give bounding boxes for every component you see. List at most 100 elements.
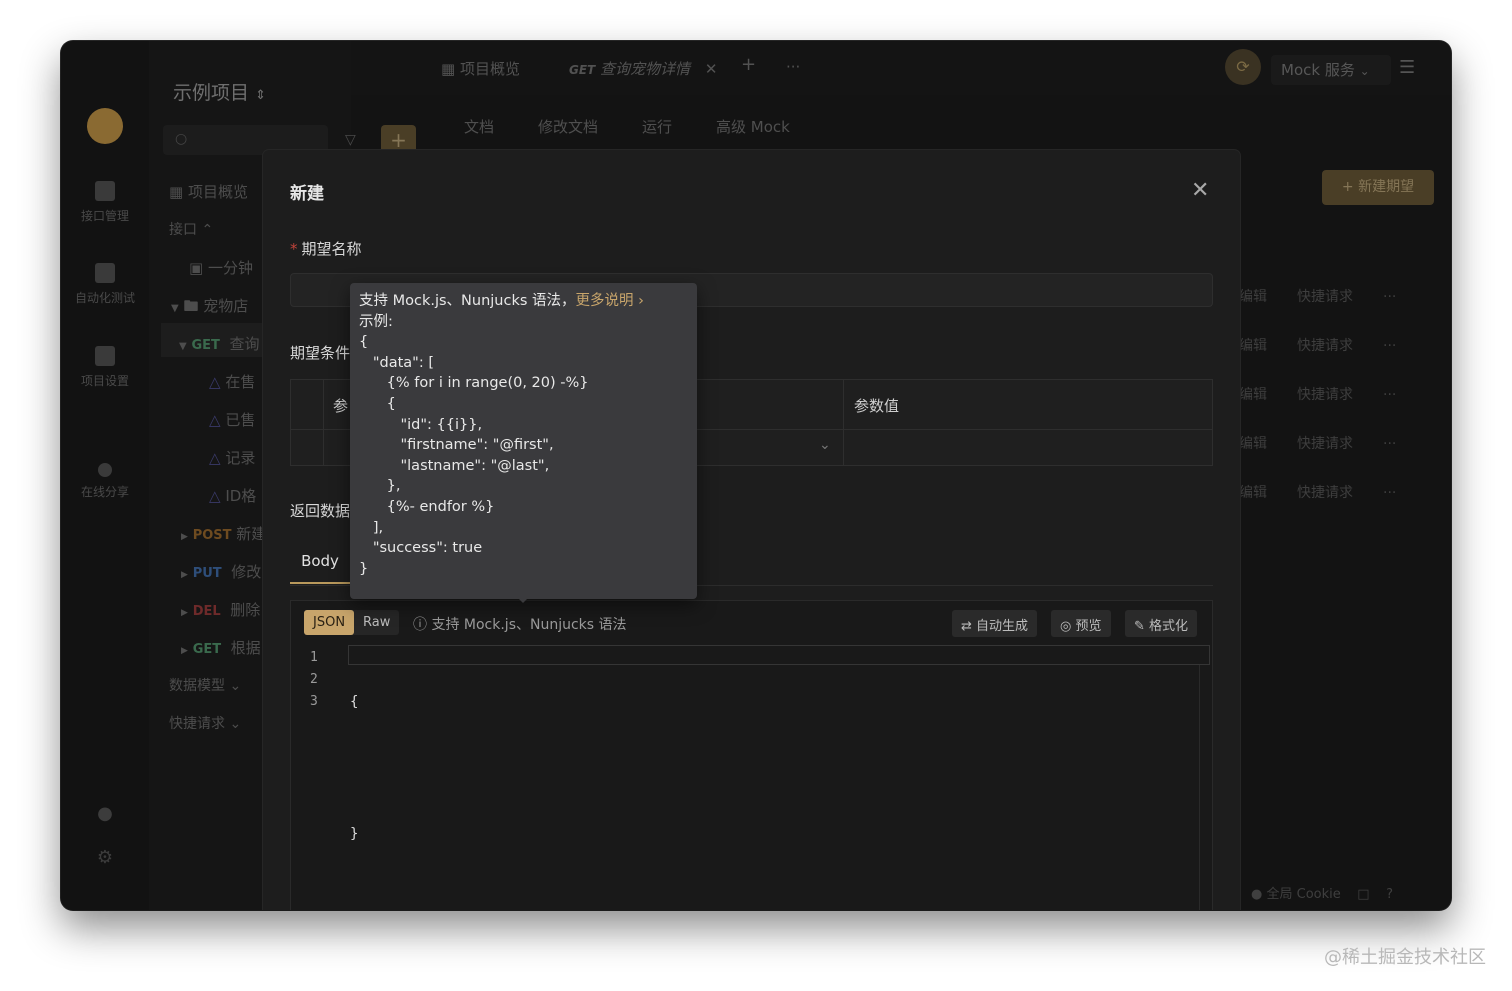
tooltip-example-label: 示例: [359,313,393,330]
refresh-icon[interactable]: ⟳ [1225,49,1261,85]
edit-link[interactable]: 编辑 [1239,387,1267,403]
close-tab-icon[interactable]: ✕ [705,60,718,78]
shirt-icon[interactable]: □ [1357,887,1369,902]
body-editor: JSON Raw ⓘ 支持 Mock.js、Nunjucks 语法 ⇄ 自动生成… [290,600,1213,910]
line-numbers: 1 2 3 [310,647,318,713]
edit-link[interactable]: 编辑 [1239,289,1267,305]
tree-item-overview[interactable]: ▦ 项目概览 [169,181,248,202]
chevron-down-icon: ⌄ [1359,64,1370,78]
quick-request-link[interactable]: 快捷请求 [1297,289,1353,305]
column-divider [323,380,324,465]
more-icon[interactable]: ··· [1383,436,1396,452]
tree-item-case[interactable]: △ ID格 [209,485,256,506]
method-badge: PUT [192,566,222,581]
bell-icon[interactable]: ● [95,803,115,824]
tree-item-del[interactable]: ▶ DEL 删除 [181,599,260,620]
new-tab-icon[interactable]: + [741,54,756,75]
quick-request-link[interactable]: 快捷请求 [1297,338,1353,354]
rail-label: 自动化测试 [74,291,135,305]
subtab-run[interactable]: 运行 [642,116,672,137]
syntax-hint[interactable]: ⓘ 支持 Mock.js、Nunjucks 语法 [413,614,627,634]
tab-get-pet[interactable]: GET 查询宠物详情 ✕ [569,58,717,79]
mock-service-select[interactable]: Mock 服务 ⌄ [1271,55,1391,85]
conditions-label: 期望条件 [290,344,351,362]
more-icon[interactable]: ··· [1383,485,1396,501]
raw-toggle[interactable]: Raw [354,610,399,635]
project-avatar[interactable] [87,108,123,144]
more-icon[interactable]: ··· [1383,338,1396,354]
quick-request-link[interactable]: 快捷请求 [1297,387,1353,403]
grid-icon: ▦ [441,60,456,78]
tree-folder-petstore[interactable]: ▼ 🖿 宠物店 [171,295,248,321]
code-editor[interactable]: 1 2 3 { } [292,643,1211,910]
json-toggle[interactable]: JSON [304,610,355,635]
top-tab-bar: ▦ 项目概览 GET 查询宠物详情 ✕ + ··· ⟳ Mock 服务 ⌄ ☰ [351,41,1451,95]
tree-item-get[interactable]: ▶ GET 根据 [181,637,261,658]
tree-item-case[interactable]: △ 已售 [209,409,255,430]
line-number: 2 [310,672,318,687]
editor-scrollbar[interactable] [1199,665,1200,910]
rail-item-api[interactable]: 接口管理 [61,181,149,224]
case-icon: △ [209,449,221,467]
tooltip-arrow [517,597,529,603]
caret-down-icon: ▼ [171,303,179,314]
question-icon: ⓘ [413,617,427,633]
tree-label: 宠物店 [203,297,249,315]
tree-group-quick[interactable]: 快捷请求 ⌄ [169,713,241,733]
more-tabs-icon[interactable]: ··· [786,58,800,76]
filter-icon[interactable]: ▽ [345,132,356,148]
rail-item-share[interactable]: 在线分享 [61,463,149,500]
expectation-row: 编辑 快捷请求 ··· [1239,286,1426,306]
swap-icon: ⇄ [961,619,972,634]
format-button[interactable]: ✎ 格式化 [1125,610,1198,637]
global-cookie-link[interactable]: 全局 Cookie [1266,887,1340,902]
help-icon[interactable]: ? [1386,887,1393,902]
button-label: 格式化 [1149,619,1189,634]
rail-item-settings[interactable]: 项目设置 [61,346,149,389]
tree-group-api[interactable]: 接口 ⌃ [169,219,213,239]
edit-link[interactable]: 编辑 [1239,436,1267,452]
project-switcher[interactable]: 示例项目 ⇕ [173,78,266,105]
rail-label: 项目设置 [80,374,129,388]
quick-request-link[interactable]: 快捷请求 [1297,436,1353,452]
expectation-row: 编辑 快捷请求 ··· [1239,433,1426,453]
line-number: 1 [310,650,318,665]
rail-label: 接口管理 [80,209,129,223]
rail-item-autotest[interactable]: 自动化测试 [61,263,149,306]
required-mark: * [290,240,298,258]
tree-item-case[interactable]: △ 记录 [209,447,255,468]
chevron-down-icon[interactable]: ⌄ [819,437,831,453]
tab-overview[interactable]: ▦ 项目概览 [441,58,520,79]
more-icon[interactable]: ··· [1383,387,1396,403]
caret-right-icon: ▶ [181,608,188,618]
code-line: { [350,694,359,710]
expectation-row: 编辑 快捷请求 ··· [1239,482,1426,502]
subtab-doc[interactable]: 文档 [464,116,494,137]
tab-body[interactable]: Body [290,544,350,584]
gear-icon[interactable]: ⚙ [95,847,115,868]
more-icon[interactable]: ··· [1383,289,1396,305]
edit-link[interactable]: 编辑 [1239,485,1267,501]
auto-generate-button[interactable]: ⇄ 自动生成 [952,610,1038,637]
tree-label: 删除 [230,601,261,619]
tree-item-post[interactable]: ▶ POST 新建 [181,523,266,544]
preview-button[interactable]: ◎ 预览 [1051,610,1111,637]
tab-label: 查询宠物详情 [600,60,691,78]
quick-request-link[interactable]: 快捷请求 [1297,485,1353,501]
more-info-link[interactable]: 更多说明 › [576,293,644,309]
subtab-edit-doc[interactable]: 修改文档 [538,116,598,137]
edit-link[interactable]: 编辑 [1239,338,1267,354]
eye-icon: ◎ [1060,619,1072,634]
line-number: 3 [310,694,318,709]
menu-icon[interactable]: ☰ [1399,57,1415,78]
tree-label: 修改 [231,563,262,581]
tree-group-models[interactable]: 数据模型 ⌄ [169,675,241,695]
subtab-advanced-mock[interactable]: 高级 Mock [716,116,790,137]
close-icon[interactable]: ✕ [1191,178,1209,203]
tree-item-doc[interactable]: ▣ 一分钟 [189,257,253,278]
tree-label: 查询 [229,335,260,353]
tree-item-put[interactable]: ▶ PUT 修改 [181,561,261,582]
tree-item-get-query[interactable]: ▼ GET 查询 [179,333,259,354]
tree-item-case[interactable]: △ 在售 [209,371,255,392]
new-expectation-button[interactable]: + 新建期望 [1322,170,1434,205]
